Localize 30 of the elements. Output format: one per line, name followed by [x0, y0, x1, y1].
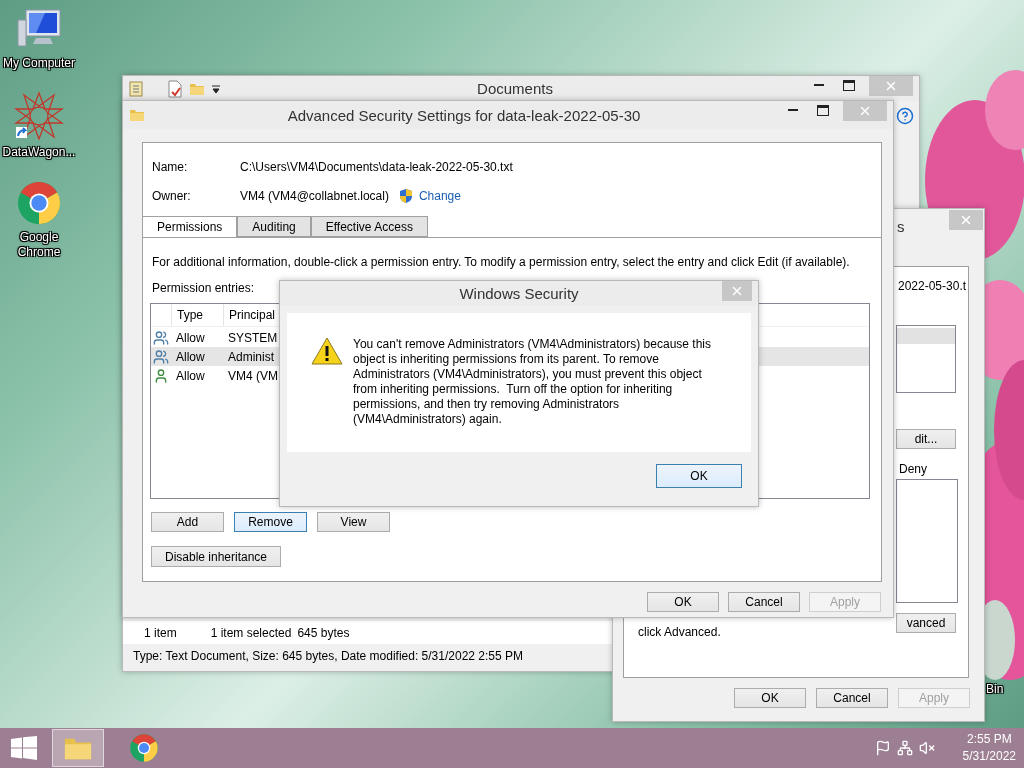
icon-label: DataWagon...	[1, 145, 77, 160]
icon-label: My Computer	[2, 56, 76, 71]
icon-label: Bin	[986, 682, 1004, 697]
clock-date: 5/31/2022	[962, 748, 1016, 765]
item-count: 1 item	[144, 625, 177, 640]
field-label: Name:	[152, 160, 189, 174]
column-label: Deny	[899, 462, 927, 476]
object-name: 2022-05-30.t	[898, 279, 967, 293]
table-cell-text: SYSTEM	[227, 330, 279, 345]
file-path: C:\Users\VM4\Documents\data-leak-2022-05-30.txt	[240, 160, 514, 174]
owner-name: VM4 (VM4@collabnet.local)	[240, 189, 389, 203]
window-title: Advanced Security Settings for data-leak-2022-05-30	[286, 106, 642, 124]
selection-size: 645 bytes	[297, 625, 350, 640]
section-label: Permission entries:	[152, 281, 255, 295]
window-title: Documents	[476, 80, 554, 97]
clock-time: 2:55 PM	[966, 731, 1012, 748]
info-text: For additional information, double-click a permission entry. To modify a permission entry, select the entry and click Edit (if available).	[152, 255, 850, 269]
table-cell-text: Administ	[227, 349, 275, 364]
alert-message: You can't remove Administrators (VM4\Administrators) because this object is inheriting permissions from its parent. To remove Administrators (VM4\Administrators), you must prevent this object from inheriting permissions. Turn off the option for inheriting permissions, and then try removing Administrators (VM4\Administrators) again.	[353, 337, 712, 428]
icon-label: Google Chrome	[16, 230, 62, 260]
hint-text: click Advanced.	[638, 625, 721, 639]
table-cell-text: Allow	[175, 368, 206, 383]
table-cell-text: Allow	[175, 330, 206, 345]
window-title: Windows Security	[458, 285, 580, 302]
table-cell-text: Allow	[175, 349, 206, 364]
file-details: Type: Text Document, Size: 645 bytes, Date modified: 5/31/2022 2:55 PM	[133, 649, 523, 663]
window-title: s	[897, 218, 905, 235]
field-label: Owner:	[152, 189, 192, 203]
selection-count: 1 item selected	[210, 625, 292, 640]
table-cell-text: VM4 (VM	[227, 368, 279, 383]
